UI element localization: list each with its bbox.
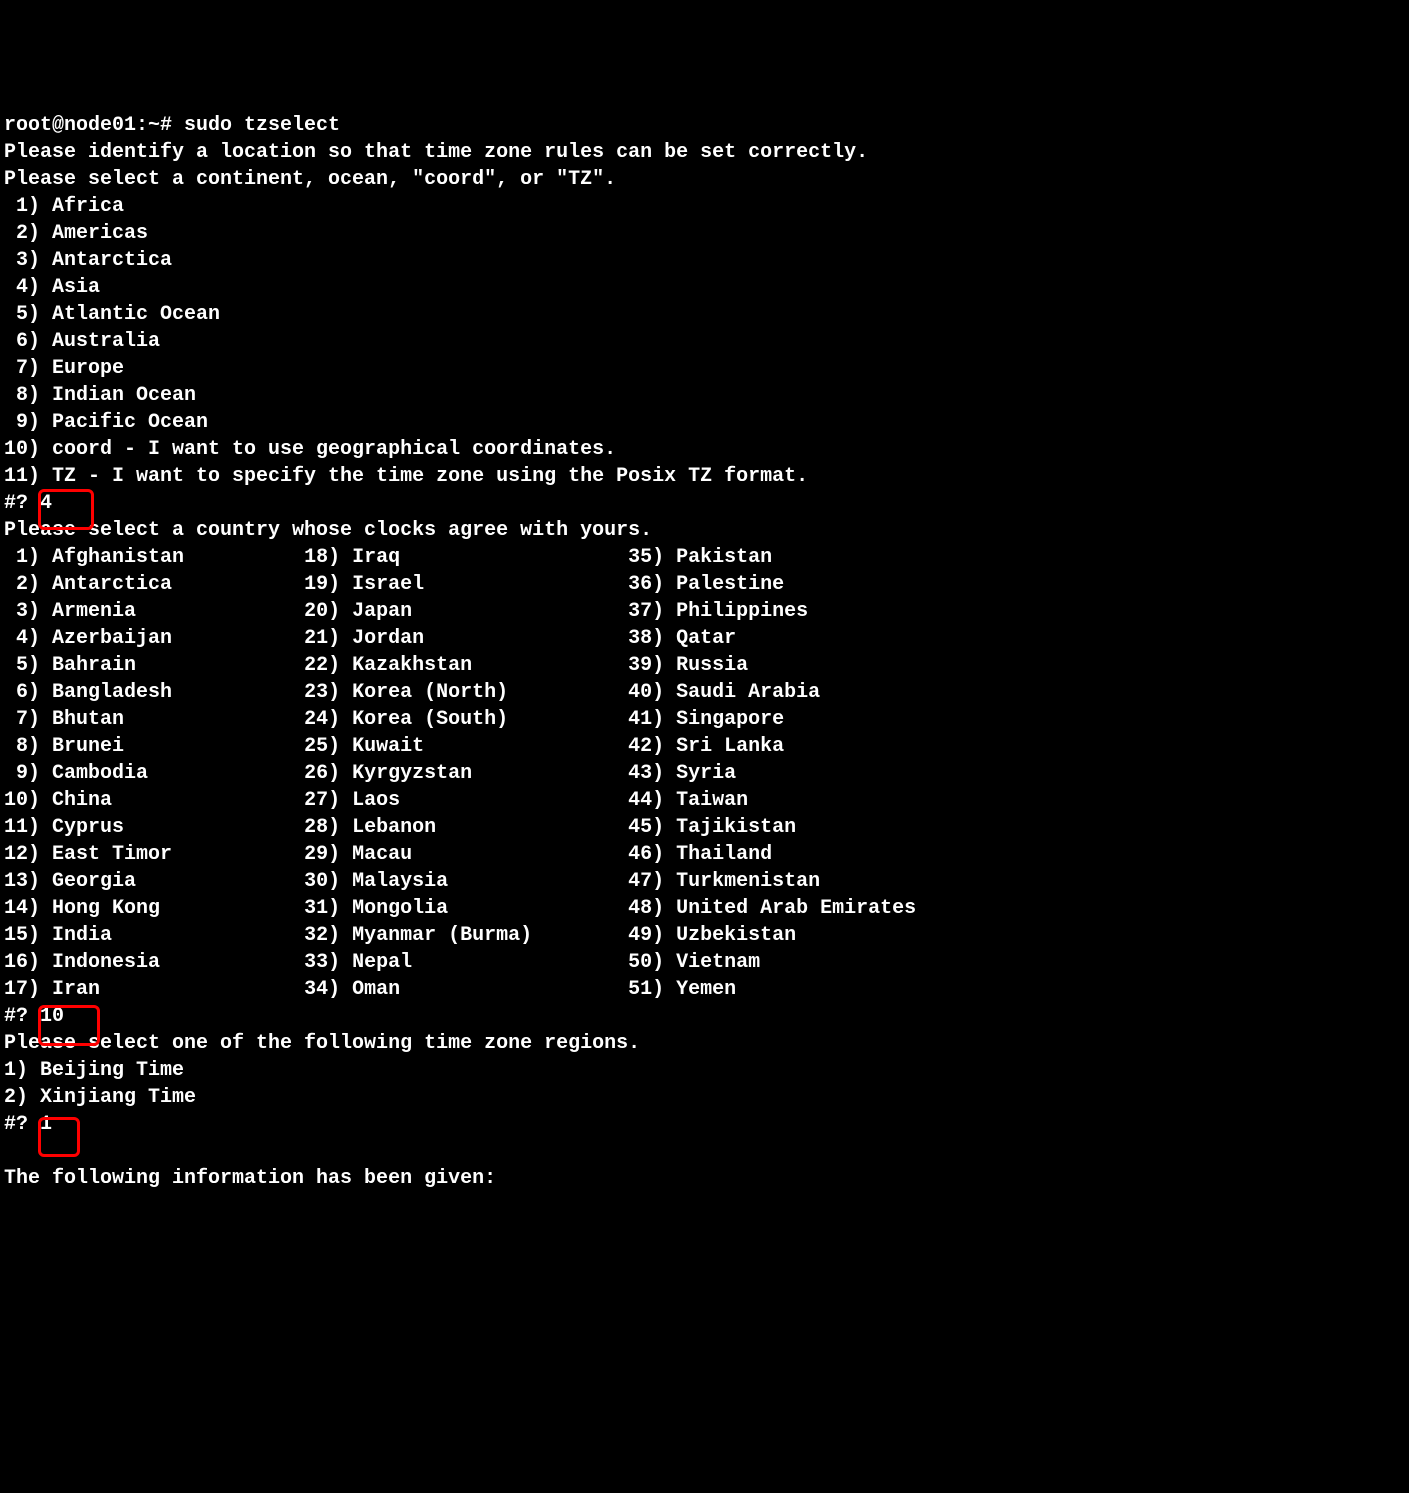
instruction-line: Please select a country whose clocks agr… bbox=[4, 519, 652, 542]
user-input-region[interactable]: 1 bbox=[40, 1113, 52, 1136]
country-option: 21) Jordan bbox=[304, 627, 628, 650]
country-option: 4) Azerbaijan bbox=[4, 627, 304, 650]
country-option: 1) Afghanistan bbox=[4, 546, 304, 569]
region-option: 2) Xinjiang Time bbox=[4, 1086, 196, 1109]
country-option: 28) Lebanon bbox=[304, 816, 628, 839]
country-option: 31) Mongolia bbox=[304, 897, 628, 920]
country-option: 6) Bangladesh bbox=[4, 681, 304, 704]
country-option: 9) Cambodia bbox=[4, 762, 304, 785]
continent-option: 1) Africa bbox=[4, 195, 124, 218]
country-option: 30) Malaysia bbox=[304, 870, 628, 893]
instruction-line: Please select one of the following time … bbox=[4, 1032, 640, 1055]
country-option: 18) Iraq bbox=[304, 546, 628, 569]
input-prompt: #? bbox=[4, 492, 40, 515]
country-option: 12) East Timor bbox=[4, 843, 304, 866]
country-option: 37) Philippines bbox=[628, 600, 808, 623]
country-option: 10) China bbox=[4, 789, 304, 812]
input-prompt: #? bbox=[4, 1005, 40, 1028]
continent-option: 2) Americas bbox=[4, 222, 148, 245]
user-input-continent[interactable]: 4 bbox=[40, 492, 52, 515]
country-option: 29) Macau bbox=[304, 843, 628, 866]
country-option: 20) Japan bbox=[304, 600, 628, 623]
terminal-output[interactable]: root@node01:~# sudo tzselect Please iden… bbox=[4, 112, 1405, 1192]
country-option: 15) India bbox=[4, 924, 304, 947]
country-option: 32) Myanmar (Burma) bbox=[304, 924, 628, 947]
country-option: 2) Antarctica bbox=[4, 573, 304, 596]
continent-option: 9) Pacific Ocean bbox=[4, 411, 208, 434]
continent-option: 8) Indian Ocean bbox=[4, 384, 196, 407]
country-option: 3) Armenia bbox=[4, 600, 304, 623]
country-option: 40) Saudi Arabia bbox=[628, 681, 820, 704]
command-text: sudo tzselect bbox=[184, 114, 340, 137]
country-option: 45) Tajikistan bbox=[628, 816, 796, 839]
country-option: 33) Nepal bbox=[304, 951, 628, 974]
country-option: 36) Palestine bbox=[628, 573, 784, 596]
country-option: 35) Pakistan bbox=[628, 546, 772, 569]
shell-prompt: root@node01:~# bbox=[4, 114, 184, 137]
country-option: 23) Korea (North) bbox=[304, 681, 628, 704]
country-option: 38) Qatar bbox=[628, 627, 736, 650]
country-option: 44) Taiwan bbox=[628, 789, 748, 812]
country-option: 14) Hong Kong bbox=[4, 897, 304, 920]
country-option: 5) Bahrain bbox=[4, 654, 304, 677]
user-input-country[interactable]: 10 bbox=[40, 1005, 64, 1028]
country-option: 24) Korea (South) bbox=[304, 708, 628, 731]
country-option: 27) Laos bbox=[304, 789, 628, 812]
country-option: 42) Sri Lanka bbox=[628, 735, 784, 758]
continent-option: 7) Europe bbox=[4, 357, 124, 380]
country-option: 17) Iran bbox=[4, 978, 304, 1001]
country-option: 22) Kazakhstan bbox=[304, 654, 628, 677]
continent-option: 11) TZ - I want to specify the time zone… bbox=[4, 465, 808, 488]
country-option: 16) Indonesia bbox=[4, 951, 304, 974]
country-option: 13) Georgia bbox=[4, 870, 304, 893]
continent-option: 3) Antarctica bbox=[4, 249, 172, 272]
country-option: 49) Uzbekistan bbox=[628, 924, 796, 947]
country-option: 46) Thailand bbox=[628, 843, 772, 866]
country-option: 8) Brunei bbox=[4, 735, 304, 758]
continent-option: 4) Asia bbox=[4, 276, 100, 299]
instruction-line: Please select a continent, ocean, "coord… bbox=[4, 168, 616, 191]
country-option: 41) Singapore bbox=[628, 708, 784, 731]
country-option: 34) Oman bbox=[304, 978, 628, 1001]
country-option: 11) Cyprus bbox=[4, 816, 304, 839]
input-prompt: #? bbox=[4, 1113, 40, 1136]
country-option: 48) United Arab Emirates bbox=[628, 897, 916, 920]
instruction-line: The following information has been given… bbox=[4, 1167, 496, 1190]
continent-option: 5) Atlantic Ocean bbox=[4, 303, 220, 326]
country-option: 26) Kyrgyzstan bbox=[304, 762, 628, 785]
country-option: 7) Bhutan bbox=[4, 708, 304, 731]
continent-option: 10) coord - I want to use geographical c… bbox=[4, 438, 616, 461]
country-option: 25) Kuwait bbox=[304, 735, 628, 758]
continent-option: 6) Australia bbox=[4, 330, 160, 353]
country-option: 39) Russia bbox=[628, 654, 748, 677]
region-option: 1) Beijing Time bbox=[4, 1059, 184, 1082]
instruction-line: Please identify a location so that time … bbox=[4, 141, 868, 164]
country-option: 43) Syria bbox=[628, 762, 736, 785]
country-option: 51) Yemen bbox=[628, 978, 736, 1001]
country-option: 50) Vietnam bbox=[628, 951, 760, 974]
country-option: 19) Israel bbox=[304, 573, 628, 596]
country-option: 47) Turkmenistan bbox=[628, 870, 820, 893]
